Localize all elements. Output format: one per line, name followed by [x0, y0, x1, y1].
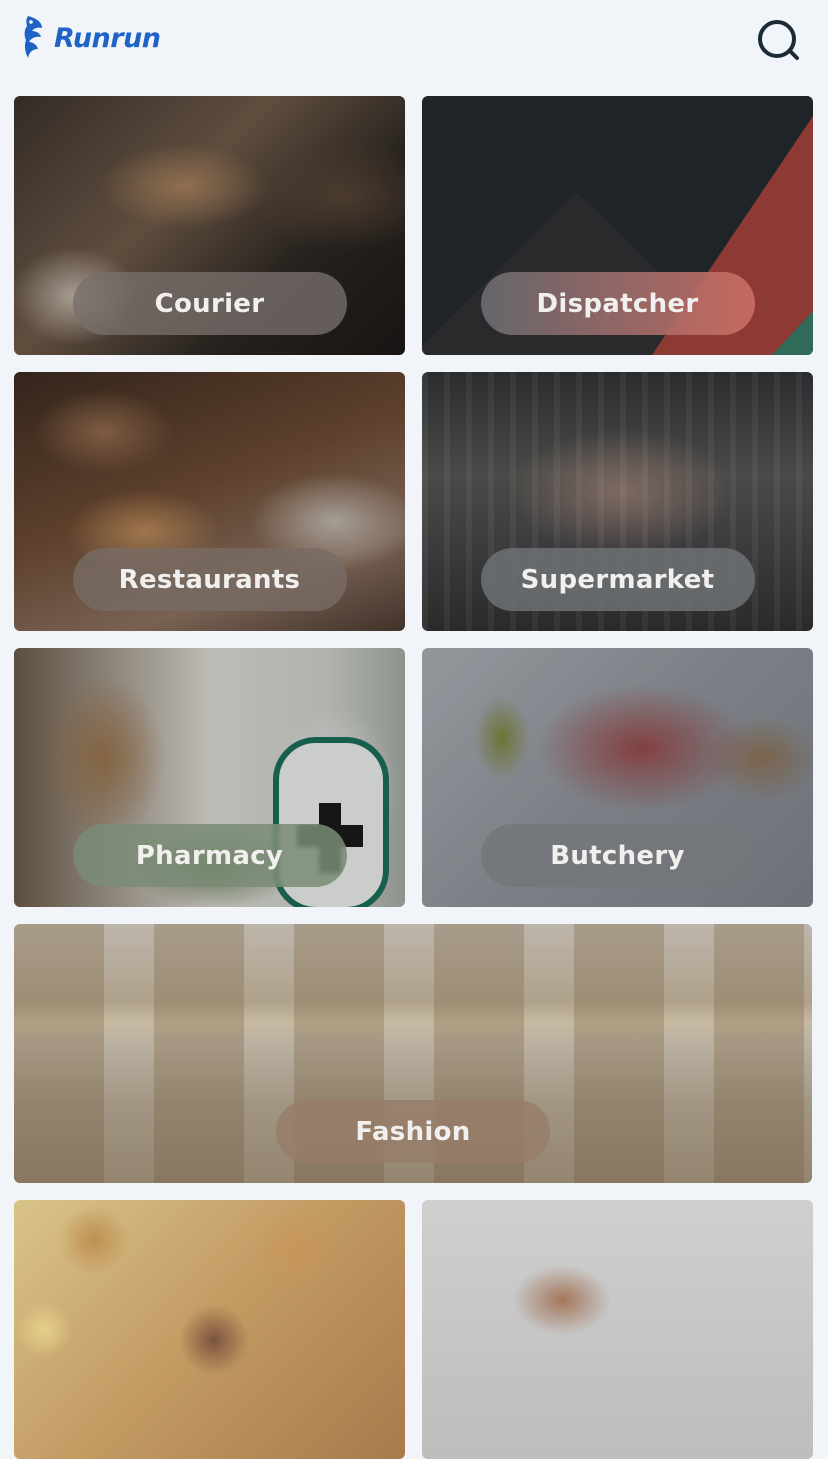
app-header: Runrun: [0, 0, 828, 80]
category-card-pharmacy[interactable]: Pharmacy: [14, 648, 405, 907]
search-button[interactable]: [752, 14, 804, 66]
category-card-fashion[interactable]: Fashion: [14, 924, 812, 1183]
category-label-supermarket: Supermarket: [480, 548, 755, 611]
runrun-logo[interactable]: Runrun: [22, 12, 161, 64]
category-label-pharmacy: Pharmacy: [72, 824, 347, 887]
category-card-courier[interactable]: Courier: [14, 96, 405, 355]
category-label-fashion: Fashion: [276, 1100, 550, 1163]
category-label-courier: Courier: [72, 272, 347, 335]
category-card-bakery[interactable]: [14, 1200, 405, 1459]
search-icon: [758, 20, 799, 60]
logo-text: Runrun: [54, 22, 161, 54]
bird-logo-icon: [24, 16, 42, 58]
category-label-dispatcher: Dispatcher: [480, 272, 755, 335]
bakery-image: [14, 1200, 405, 1459]
category-card-butchery[interactable]: Butchery: [422, 648, 813, 907]
category-card-restaurants[interactable]: Restaurants: [14, 372, 405, 631]
category-card-dispatcher[interactable]: Dispatcher: [422, 96, 813, 355]
category-card-supermarket[interactable]: Supermarket: [422, 372, 813, 631]
category-card-other[interactable]: [422, 1200, 813, 1459]
category-label-restaurants: Restaurants: [72, 548, 347, 611]
category-image: [422, 1200, 813, 1459]
category-label-butchery: Butchery: [480, 824, 755, 887]
